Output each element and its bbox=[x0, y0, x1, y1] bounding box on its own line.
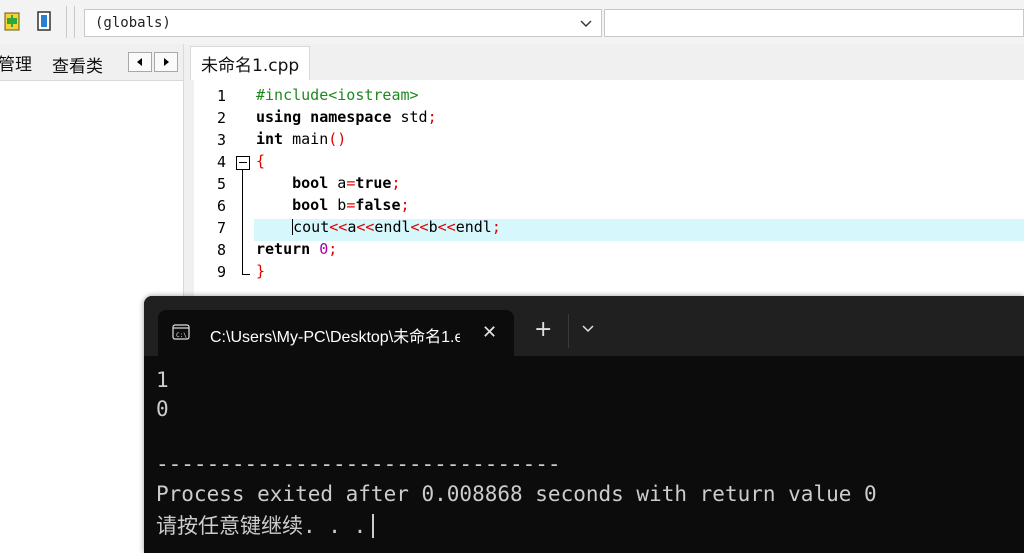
code-line: return 0; bbox=[256, 240, 338, 258]
line-number: 6 bbox=[216, 197, 226, 215]
process-exit-message: Process exited after 0.008868 seconds wi… bbox=[156, 482, 877, 506]
line-number: 2 bbox=[216, 109, 226, 127]
globals-select[interactable]: (globals) bbox=[84, 9, 602, 37]
tab-scroll-arrows bbox=[128, 52, 180, 72]
fold-collapse-icon[interactable] bbox=[236, 156, 250, 170]
terminal-icon: C:\ bbox=[172, 324, 190, 340]
add-file-icon[interactable] bbox=[2, 9, 24, 33]
new-tab-button[interactable]: + bbox=[534, 319, 552, 341]
project-icon[interactable] bbox=[33, 9, 55, 33]
code-line: { bbox=[256, 152, 266, 170]
code-line: #include<iostream> bbox=[256, 86, 419, 104]
line-number: 9 bbox=[216, 263, 226, 281]
output-divider: -------------------------------- bbox=[156, 452, 561, 476]
line-number: 4 bbox=[216, 153, 226, 171]
globals-select-value: (globals) bbox=[95, 15, 171, 31]
triangle-right-icon bbox=[164, 58, 169, 66]
code-line: } bbox=[256, 262, 266, 280]
text-cursor bbox=[292, 219, 294, 235]
toolbar-separator bbox=[66, 6, 67, 38]
code-line: bool b=false; bbox=[292, 196, 410, 214]
members-select[interactable] bbox=[604, 9, 1024, 37]
code-line: int main() bbox=[256, 130, 347, 148]
press-any-key-text: 请按任意键继续. . . bbox=[156, 514, 367, 538]
line-number: 3 bbox=[216, 131, 226, 149]
tab-class-browser[interactable]: 查看类 bbox=[52, 52, 103, 77]
triangle-left-icon bbox=[137, 58, 142, 66]
chevron-down-icon bbox=[580, 20, 592, 27]
console-titlebar: C:\ C:\Users\My-PC\Desktop\未命名1.exe ✕ + bbox=[144, 296, 1024, 356]
line-number: 8 bbox=[216, 241, 226, 259]
svg-text:C:\: C:\ bbox=[176, 332, 187, 339]
tab-file[interactable]: 未命名1.cpp bbox=[190, 46, 311, 80]
toolbar-separator bbox=[74, 6, 75, 38]
scroll-left-button[interactable] bbox=[128, 52, 152, 72]
titlebar-divider bbox=[568, 314, 569, 348]
tab-project-manage[interactable]: 管理 bbox=[0, 50, 32, 75]
code-line: cout<<a<<endl<<b<<endl; bbox=[292, 218, 501, 236]
line-number: 5 bbox=[216, 175, 226, 193]
scroll-right-button[interactable] bbox=[154, 52, 178, 72]
code-line: using namespace std; bbox=[256, 108, 437, 126]
console-cursor bbox=[372, 514, 375, 538]
fold-guide-end bbox=[242, 274, 250, 275]
output-line: 1 bbox=[156, 368, 169, 392]
chevron-down-icon[interactable] bbox=[580, 320, 596, 336]
console-window: C:\ C:\Users\My-PC\Desktop\未命名1.exe ✕ + … bbox=[144, 296, 1024, 553]
toolbar: (globals) bbox=[0, 0, 1024, 45]
console-tab[interactable]: C:\ C:\Users\My-PC\Desktop\未命名1.exe ✕ bbox=[158, 310, 514, 356]
fold-guide bbox=[242, 170, 243, 274]
line-number: 7 bbox=[216, 219, 226, 237]
console-tab-title: C:\Users\My-PC\Desktop\未命名1.exe bbox=[210, 329, 460, 346]
close-icon[interactable]: ✕ bbox=[482, 322, 497, 343]
code-line: bool a=true; bbox=[292, 174, 401, 192]
output-line: 0 bbox=[156, 397, 169, 421]
line-number: 1 bbox=[216, 87, 226, 105]
press-any-key-message: 请按任意键继续. . . bbox=[156, 510, 375, 540]
left-panel-tabs: 管理 查看类 bbox=[0, 44, 183, 81]
console-output[interactable]: 1 0 -------------------------------- Pro… bbox=[144, 356, 1024, 553]
file-tab-label: 未命名1.cpp bbox=[201, 56, 300, 76]
